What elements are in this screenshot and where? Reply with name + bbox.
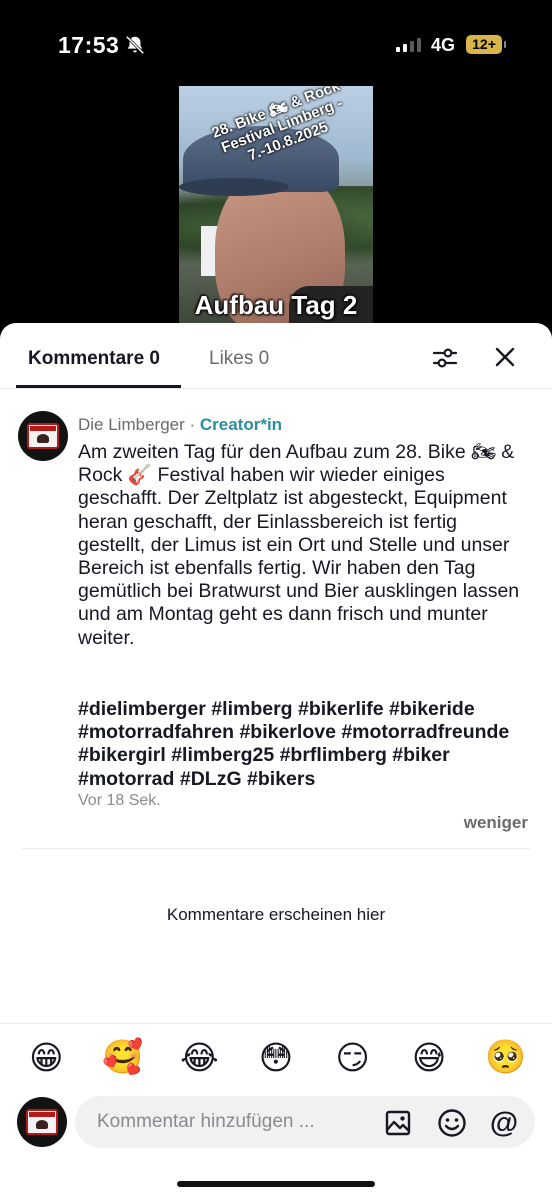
video-thumbnail[interactable]: 28. Bike 🏍 & Rock Festival Limberg - 7.-… xyxy=(179,86,373,330)
emoji-smirk[interactable]: 😏 xyxy=(329,1038,377,1077)
emoji-pleading[interactable]: 🥺 xyxy=(482,1038,530,1077)
comments-sheet: Kommentare 0 Likes 0 Die Limberger · Cre… xyxy=(0,323,552,1200)
emoji-tears-of-joy[interactable]: 😂 xyxy=(175,1038,223,1077)
empty-state-text: Kommentare erscheinen hier xyxy=(166,905,386,924)
bell-muted-icon xyxy=(125,35,145,55)
thumbnail-cap-brim xyxy=(179,178,289,196)
author-avatar[interactable] xyxy=(18,411,68,461)
tab-comments[interactable]: Kommentare 0 xyxy=(28,348,160,370)
close-icon[interactable] xyxy=(493,345,517,369)
comment-author-line: Die Limberger · Creator*in xyxy=(78,415,282,435)
emoji-sweat-smile[interactable]: 😅 xyxy=(405,1038,453,1077)
comment-timestamp: Vor 18 Sek. xyxy=(78,792,161,809)
emoji-smiling-hearts[interactable]: 🥰 xyxy=(99,1038,147,1077)
status-bar: 17:53 4G 12+ xyxy=(0,0,552,80)
emoji-grin[interactable]: 😁 xyxy=(22,1038,70,1077)
filter-icon[interactable] xyxy=(432,345,458,371)
comment-input[interactable]: Kommentar hinzufügen ... @ xyxy=(75,1096,535,1148)
comment-hashtags[interactable]: #dielimberger #limberg #bikerlife #biker… xyxy=(78,698,538,791)
comment-input-placeholder: Kommentar hinzufügen ... xyxy=(97,1111,315,1132)
avatar-logo xyxy=(26,1109,58,1135)
status-time: 17:53 xyxy=(58,32,120,58)
active-tab-indicator xyxy=(16,385,181,388)
mention-icon[interactable]: @ xyxy=(489,1107,519,1139)
emoji-picker-icon[interactable] xyxy=(437,1108,467,1138)
creator-badge: Creator*in xyxy=(199,415,283,434)
sheet-tabs: Kommentare 0 Likes 0 xyxy=(0,323,552,389)
image-icon[interactable] xyxy=(383,1108,413,1138)
home-indicator xyxy=(177,1181,375,1187)
battery-icon: 12+ xyxy=(466,35,506,54)
signal-icon xyxy=(396,38,421,52)
divider xyxy=(22,848,530,849)
collapse-button[interactable]: weniger xyxy=(464,813,528,833)
author-separator: · xyxy=(184,415,200,434)
video-overlay-caption: Aufbau Tag 2 xyxy=(194,290,358,320)
tab-likes[interactable]: Likes 0 xyxy=(209,348,269,370)
network-type: 4G xyxy=(431,35,456,55)
comment-text: Am zweiten Tag für den Aufbau zum 28. Bi… xyxy=(78,441,520,649)
comment-input-row: Kommentar hinzufügen ... @ xyxy=(0,1095,552,1155)
emoji-quick-bar: 😁 🥰 😂 😳 😏 😅 🥺 xyxy=(0,1023,552,1091)
user-avatar[interactable] xyxy=(17,1097,67,1147)
emoji-flushed[interactable]: 😳 xyxy=(252,1038,300,1077)
avatar-logo xyxy=(27,423,59,449)
comment-author[interactable]: Die Limberger xyxy=(78,415,185,434)
